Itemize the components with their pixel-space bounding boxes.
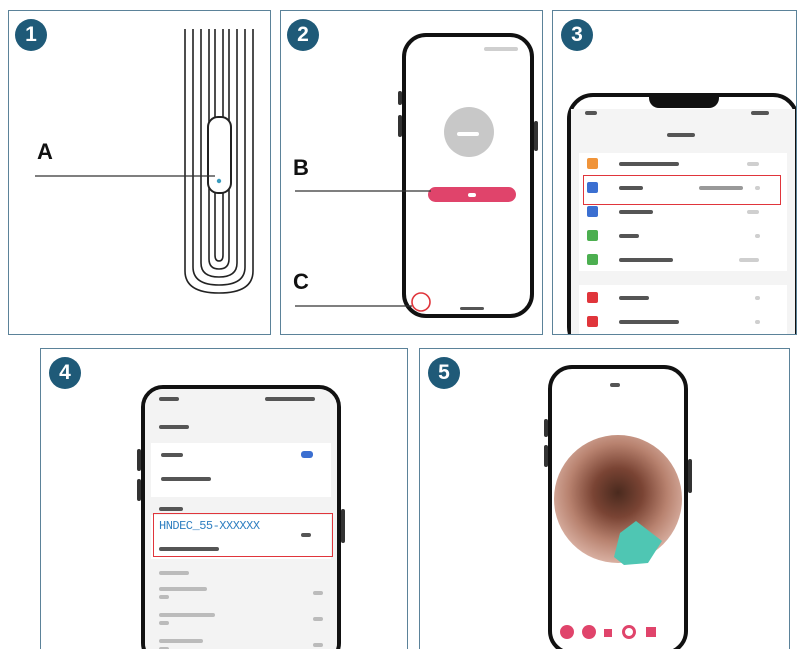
step-4-panel: 4 HNDEC_55-XXXXXX	[40, 348, 408, 649]
label-a: A	[37, 139, 53, 164]
phone-camera-view-screen	[548, 365, 688, 649]
step-4-badge: 4	[49, 357, 81, 389]
label-b: B	[293, 155, 309, 180]
phone-settings-screen	[567, 93, 796, 334]
snapshot-icon[interactable]	[582, 625, 596, 639]
ear-canal-camera-image	[554, 435, 682, 565]
record-icon[interactable]	[560, 625, 574, 639]
step-1-panel: 1 A	[8, 10, 271, 335]
step-3-panel: 3	[552, 10, 797, 335]
wifi-toggle-highlight	[411, 292, 431, 312]
step-5-panel: 5	[419, 348, 790, 649]
label-c: C	[293, 269, 309, 294]
device-probe-illustration	[35, 29, 254, 294]
step-3-badge: 3	[561, 19, 593, 51]
edit-icon[interactable]	[604, 629, 612, 637]
wifi-network-highlight	[153, 513, 333, 557]
step-2-panel: 2 B C	[280, 10, 543, 335]
wifi-row-highlight	[583, 175, 781, 205]
callout-lines	[295, 190, 431, 312]
step-5-badge: 5	[428, 357, 460, 389]
indicator-light-dot	[216, 178, 222, 184]
rotate-icon[interactable]	[622, 625, 636, 639]
menu-icon[interactable]	[646, 627, 656, 637]
phone-wifi-list-screen: HNDEC_55-XXXXXX	[141, 385, 341, 649]
